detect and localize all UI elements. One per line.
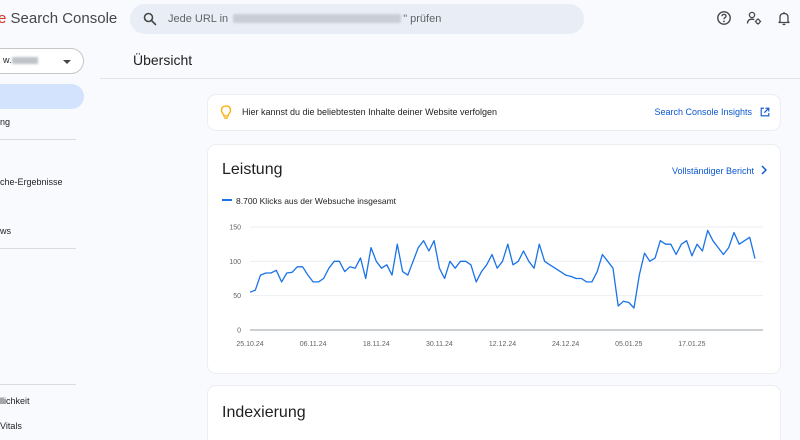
x-tick-label: 05.01.25 <box>615 341 642 348</box>
property-value: w. <box>3 55 38 65</box>
admin-icon[interactable] <box>746 10 762 26</box>
property-selector[interactable]: w. <box>0 48 84 74</box>
sidebar-item-core-web-vitals[interactable]: Vitals <box>0 421 22 431</box>
search-console-insights-link[interactable]: Search Console Insights <box>654 107 752 117</box>
x-tick-label: 30.11.24 <box>426 341 453 348</box>
sidebar-item-usability[interactable]: llichkeit <box>0 396 30 406</box>
search-placeholder: Jede URL in " prüfen <box>168 13 442 25</box>
header-divider <box>100 78 800 79</box>
redacted-url <box>233 14 402 23</box>
y-tick-label: 100 <box>229 259 241 266</box>
y-tick-label: 50 <box>233 293 241 300</box>
indexing-card: Indexierung <box>208 386 780 440</box>
clicks-chart: 0 50 100 150 25.10.24 06.11.24 18.11.24 30.11.2… <box>229 225 763 348</box>
url-inspection-search[interactable]: Jede URL in " prüfen <box>130 4 584 34</box>
y-tick-label: 0 <box>237 328 241 335</box>
external-link-icon[interactable] <box>760 107 770 117</box>
help-icon[interactable] <box>716 10 732 26</box>
search-icon <box>143 12 157 26</box>
x-tick-label: 18.11.24 <box>363 341 390 348</box>
lightbulb-icon <box>220 105 232 119</box>
insights-text: Hier kannst du die beliebtesten Inhalte … <box>242 107 497 117</box>
clicks-series-line <box>249 229 756 309</box>
logo-text: Search Console <box>6 10 118 27</box>
x-tick-label: 25.10.24 <box>236 341 263 348</box>
indexing-title: Indexierung <box>222 404 306 421</box>
app-logo[interactable]: e Search Console <box>0 10 117 27</box>
page-title: Übersicht <box>133 52 193 68</box>
y-tick-label: 150 <box>229 225 241 232</box>
sidebar-item-overview[interactable] <box>0 84 84 109</box>
app-header: e Search Console Jede URL in " prüfen <box>0 0 800 38</box>
x-tick-label: 24.12.24 <box>552 341 579 348</box>
notifications-icon[interactable] <box>776 10 792 26</box>
sidebar-divider <box>0 139 76 140</box>
x-tick-label: 12.12.24 <box>489 341 516 348</box>
sidebar-divider <box>0 248 76 249</box>
performance-card: Leistung Vollständiger Bericht 8.700 Kli… <box>208 145 780 373</box>
sidebar-item-url-inspection[interactable]: ng <box>0 117 10 127</box>
sidebar-item-search-results[interactable]: che-Ergebnisse <box>0 177 63 187</box>
sidebar-item-news[interactable]: ws <box>0 226 11 236</box>
insights-banner: Hier kannst du die beliebtesten Inhalte … <box>208 95 780 130</box>
sidebar-divider <box>0 384 76 385</box>
sidebar: w. ng che-Ergebnisse ws llichkeit Vitals <box>0 38 100 440</box>
x-tick-label: 06.11.24 <box>300 341 327 348</box>
redacted-property <box>11 57 38 64</box>
x-tick-label: 17.01.25 <box>678 341 705 348</box>
chevron-down-icon <box>63 60 71 64</box>
